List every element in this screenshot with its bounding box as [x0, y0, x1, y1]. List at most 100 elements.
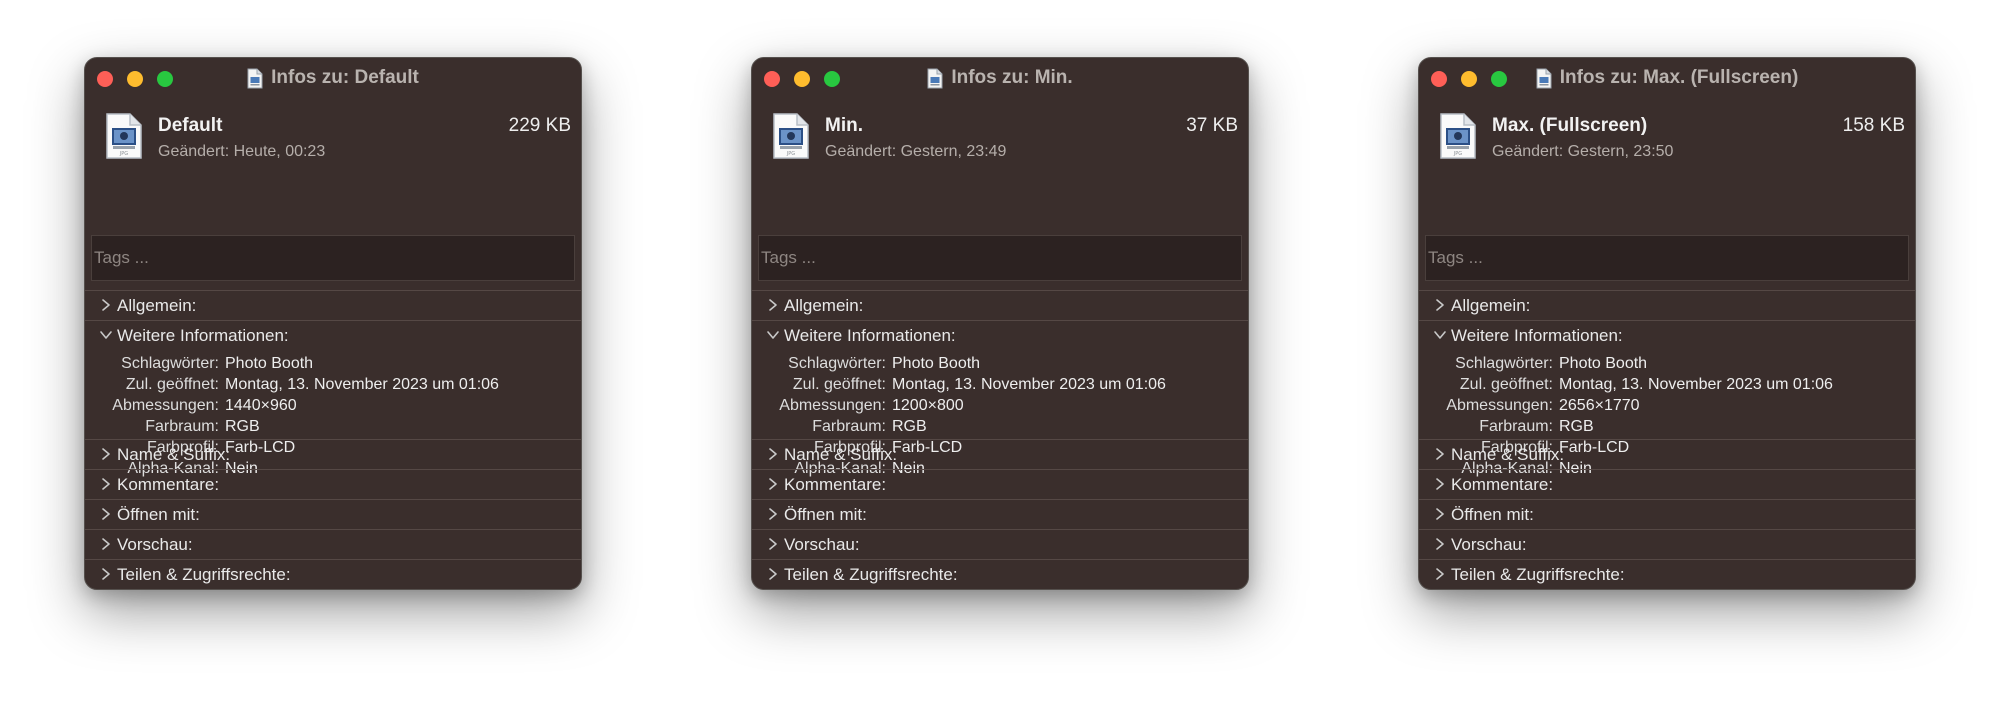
section-more-info[interactable]: Weitere Informationen: [1419, 320, 1915, 350]
section-name-suffix-label: Name & Suffix: [1451, 445, 1565, 464]
chevron-right-icon [1436, 508, 1444, 520]
section-more-info[interactable]: Weitere Informationen: [752, 320, 1248, 350]
jpg-file-icon[interactable]: JPG [772, 112, 810, 160]
title-bar[interactable]: Infos zu: Min. [752, 58, 1248, 98]
tags-input[interactable] [91, 235, 575, 281]
detail-row: Zul. geöffnet: Montag, 13. November 2023… [85, 376, 581, 397]
chevron-right-icon [1436, 568, 1444, 580]
window-title-text: Infos zu: Default [271, 67, 419, 88]
window-title-text: Infos zu: Min. [951, 67, 1073, 88]
chevron-right-icon [102, 448, 110, 460]
section-preview[interactable]: Vorschau: [1419, 529, 1915, 559]
detail-value: RGB [1559, 418, 1594, 435]
detail-row: Zul. geöffnet: Montag, 13. November 2023… [1419, 376, 1915, 397]
chevron-down-icon [100, 331, 112, 339]
detail-value: 2656×1770 [1559, 397, 1640, 414]
detail-label: Abmessungen: [1446, 397, 1553, 414]
detail-value: Photo Booth [225, 355, 314, 372]
section-open-with-label: Öffnen mit: [117, 505, 200, 524]
title-bar[interactable]: Infos zu: Max. (Fullscreen) [1419, 58, 1915, 98]
file-size: 229 KB [508, 115, 571, 136]
detail-value: RGB [225, 418, 260, 435]
detail-label: Abmessungen: [112, 397, 219, 414]
section-sharing-label: Teilen & Zugriffsrechte: [117, 565, 291, 584]
detail-label: Farbraum: [145, 418, 219, 435]
section-general-label: Allgemein: [784, 296, 864, 315]
document-icon [927, 68, 943, 88]
file-type-caption: JPG [119, 151, 128, 157]
section-comments[interactable]: Kommentare: [752, 469, 1248, 499]
window-title: Infos zu: Default [85, 66, 581, 90]
chevron-right-icon [769, 568, 777, 580]
detail-row: Schlagwörter: Photo Booth [752, 355, 1248, 376]
file-size: 158 KB [1842, 115, 1905, 136]
tags-input[interactable] [1425, 235, 1909, 281]
window-title: Infos zu: Max. (Fullscreen) [1419, 66, 1915, 90]
jpg-file-icon[interactable]: JPG [1439, 112, 1477, 160]
section-preview-label: Vorschau: [784, 535, 860, 554]
detail-label: Zul. geöffnet: [792, 376, 886, 393]
section-general[interactable]: Allgemein: [1419, 290, 1915, 320]
section-preview-label: Vorschau: [1451, 535, 1527, 554]
detail-row: Schlagwörter: Photo Booth [85, 355, 581, 376]
chevron-right-icon [769, 478, 777, 490]
section-preview[interactable]: Vorschau: [752, 529, 1248, 559]
chevron-right-icon [1436, 299, 1444, 311]
chevron-right-icon [102, 478, 110, 490]
section-general[interactable]: Allgemein: [85, 290, 581, 320]
file-size: 37 KB [1186, 115, 1238, 136]
section-comments[interactable]: Kommentare: [85, 469, 581, 499]
section-comments-label: Kommentare: [784, 475, 887, 494]
detail-value: Montag, 13. November 2023 um 01:06 [1559, 376, 1833, 393]
section-comments[interactable]: Kommentare: [1419, 469, 1915, 499]
detail-value: Montag, 13. November 2023 um 01:06 [225, 376, 499, 393]
chevron-right-icon [1436, 478, 1444, 490]
detail-label: Farbraum: [1479, 418, 1553, 435]
detail-value: 1200×800 [892, 397, 964, 414]
section-sharing-label: Teilen & Zugriffsrechte: [784, 565, 958, 584]
file-type-caption: JPG [1453, 151, 1462, 157]
detail-row: Abmessungen: 1200×800 [752, 397, 1248, 418]
detail-value: RGB [892, 418, 927, 435]
window-title: Infos zu: Min. [752, 66, 1248, 90]
section-sharing[interactable]: Teilen & Zugriffsrechte: [1419, 559, 1915, 589]
detail-row: Farbraum: RGB [752, 418, 1248, 439]
section-more-info-label: Weitere Informationen: [784, 326, 956, 345]
info-window-max: Infos zu: Max. (Fullscreen) JPG Max. (Fu… [1418, 57, 1916, 590]
section-general-label: Allgemein: [117, 296, 197, 315]
file-name: Default [158, 115, 223, 136]
section-sharing[interactable]: Teilen & Zugriffsrechte: [85, 559, 581, 589]
detail-label: Farbraum: [812, 418, 886, 435]
detail-row: Farbraum: RGB [1419, 418, 1915, 439]
document-icon [1536, 68, 1552, 88]
section-name-suffix[interactable]: Name & Suffix: [752, 439, 1248, 469]
chevron-right-icon [1436, 448, 1444, 460]
section-sharing[interactable]: Teilen & Zugriffsrechte: [752, 559, 1248, 589]
section-general[interactable]: Allgemein: [752, 290, 1248, 320]
section-open-with[interactable]: Öffnen mit: [752, 499, 1248, 529]
tags-input[interactable] [758, 235, 1242, 281]
section-name-suffix[interactable]: Name & Suffix: [85, 439, 581, 469]
section-open-with-label: Öffnen mit: [1451, 505, 1534, 524]
detail-value: 1440×960 [225, 397, 297, 414]
section-preview[interactable]: Vorschau: [85, 529, 581, 559]
section-more-info[interactable]: Weitere Informationen: [85, 320, 581, 350]
section-open-with[interactable]: Öffnen mit: [1419, 499, 1915, 529]
section-more-info-label: Weitere Informationen: [117, 326, 289, 345]
modified-date: Geändert: Heute, 00:23 [158, 143, 326, 160]
chevron-right-icon [102, 508, 110, 520]
section-comments-label: Kommentare: [117, 475, 220, 494]
detail-label: Schlagwörter: [1455, 355, 1553, 372]
jpg-file-icon[interactable]: JPG [105, 112, 143, 160]
section-general-label: Allgemein: [1451, 296, 1531, 315]
section-open-with[interactable]: Öffnen mit: [85, 499, 581, 529]
detail-row: Schlagwörter: Photo Booth [1419, 355, 1915, 376]
detail-label: Zul. geöffnet: [125, 376, 219, 393]
chevron-right-icon [769, 508, 777, 520]
chevron-down-icon [1434, 331, 1446, 339]
chevron-right-icon [769, 538, 777, 550]
info-window-default: Infos zu: Default JPG Default 229 KB Geä… [84, 57, 582, 590]
section-name-suffix[interactable]: Name & Suffix: [1419, 439, 1915, 469]
chevron-right-icon [769, 448, 777, 460]
title-bar[interactable]: Infos zu: Default [85, 58, 581, 98]
